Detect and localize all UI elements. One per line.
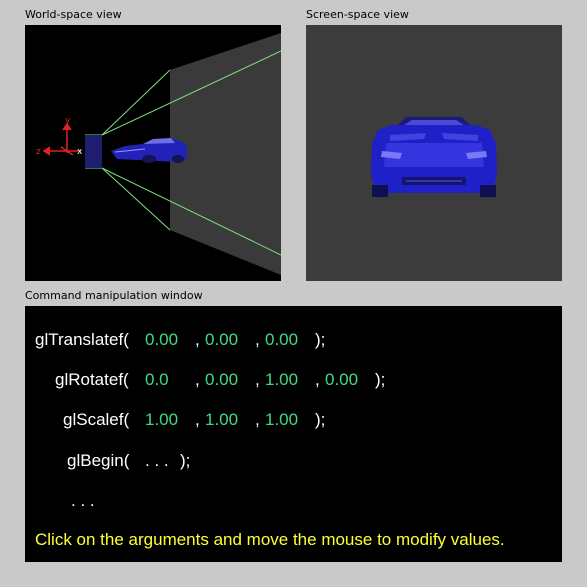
translate-arg-z[interactable]: 0.00	[265, 330, 298, 350]
world-scene: y z x	[36, 33, 281, 275]
hint-text: Click on the arguments and move the mous…	[35, 530, 505, 549]
screen-view-label: Screen-space view	[306, 8, 409, 21]
axis-x-label: x	[77, 147, 83, 157]
translate-close: );	[315, 330, 326, 349]
command-manipulation-window: glTranslatef( 0.00 , 0.00 , 0.00 ); glRo…	[25, 306, 562, 562]
near-plane	[85, 135, 102, 168]
screen-scene	[371, 117, 497, 197]
begin-close: );	[180, 451, 191, 470]
axis-gizmo-icon	[42, 122, 81, 156]
glbegin-name: glBegin(	[67, 451, 130, 470]
car-model-icon	[111, 138, 187, 163]
begin-args: . . .	[145, 451, 169, 470]
translate-arg-x[interactable]: 0.00	[145, 330, 178, 350]
glscalef-name: glScalef(	[63, 410, 130, 429]
scale-arg-z[interactable]: 1.00	[265, 410, 298, 430]
translate-arg-y[interactable]: 0.00	[205, 330, 238, 350]
scale-close: );	[315, 410, 326, 429]
command-window-label: Command manipulation window	[25, 289, 203, 302]
rotate-arg-y[interactable]: 1.00	[265, 370, 298, 390]
code-ellipsis: . . .	[71, 491, 95, 510]
world-space-view[interactable]: y z x	[25, 25, 281, 281]
rotate-arg-x[interactable]: 0.00	[205, 370, 238, 390]
rotate-close: );	[375, 370, 386, 389]
world-view-label: World-space view	[25, 8, 122, 21]
screen-space-view[interactable]	[306, 25, 562, 281]
car-front-icon	[371, 117, 497, 197]
frustum-line-top-left	[101, 69, 171, 136]
scale-arg-x[interactable]: 1.00	[145, 410, 178, 430]
scale-arg-y[interactable]: 1.00	[205, 410, 238, 430]
glrotatef-name: glRotatef(	[55, 370, 129, 389]
axis-z-label: z	[36, 147, 41, 157]
frustum-line-bottom-left	[101, 167, 171, 231]
rotate-arg-angle[interactable]: 0.0	[145, 370, 169, 390]
rotate-arg-z[interactable]: 0.00	[325, 370, 358, 390]
gltranslatef-name: glTranslatef(	[35, 330, 129, 349]
axis-y-label: y	[65, 116, 71, 126]
